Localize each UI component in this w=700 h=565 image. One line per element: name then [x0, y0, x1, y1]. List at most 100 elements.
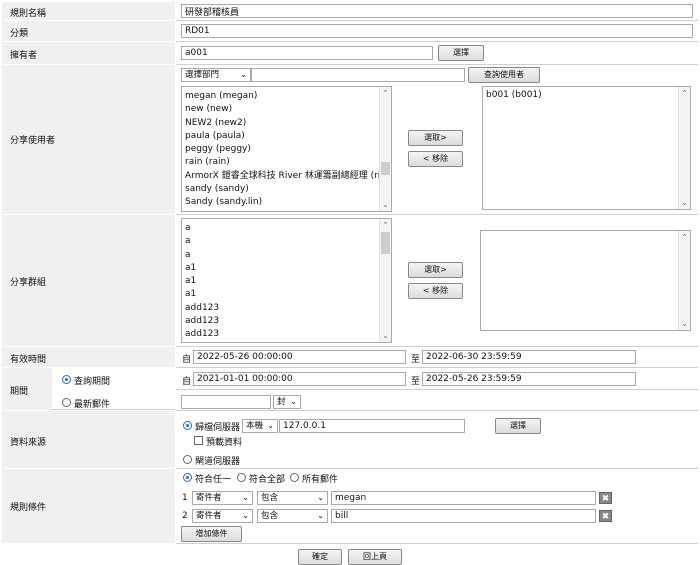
list-item[interactable]: NEW2 (new2): [182, 117, 380, 130]
condition-field-select[interactable]: 寄件者 ⌄: [192, 491, 253, 505]
selected-groups-scrollbar[interactable]: ⌃ ⌄: [678, 231, 690, 330]
data-source-label: 資料來源: [10, 438, 47, 448]
delete-x-icon[interactable]: ✖: [599, 492, 612, 504]
share-users-value-cell: 選擇部門 ⌄ 查詢使用者 megan (megan) new (new) NEW…: [176, 65, 698, 215]
list-item[interactable]: a1: [182, 262, 380, 275]
list-item[interactable]: megan (megan): [182, 90, 380, 103]
category-label-cell: 分類: [2, 21, 175, 42]
add-condition-button[interactable]: 增加條件: [181, 526, 242, 542]
search-users-button[interactable]: 查詢使用者: [468, 67, 540, 83]
category-input[interactable]: [181, 24, 693, 38]
selected-groups-list[interactable]: ⌃ ⌄: [480, 230, 691, 331]
preload-checkbox[interactable]: [194, 436, 203, 445]
list-item[interactable]: a1: [182, 275, 380, 288]
all-mail-label: 所有郵件: [302, 475, 339, 485]
all-mail-radio[interactable]: [290, 473, 299, 482]
list-item[interactable]: a: [182, 249, 380, 262]
list-item[interactable]: add123: [182, 302, 380, 315]
selected-users-scrollbar[interactable]: ⌃ ⌄: [678, 87, 690, 209]
available-users-list[interactable]: megan (megan) new (new) NEW2 (new2) paul…: [181, 86, 392, 212]
remove-group-button[interactable]: < 移除: [408, 283, 463, 299]
scroll-down-icon[interactable]: ⌄: [380, 199, 391, 211]
valid-to-input[interactable]: [422, 350, 636, 364]
selected-users-list[interactable]: b001 (b001) ⌃ ⌄: [482, 86, 691, 210]
add-group-button[interactable]: 選取>: [408, 262, 463, 278]
add-user-button[interactable]: 選取>: [408, 130, 463, 146]
user-search-input[interactable]: [251, 68, 465, 82]
valid-time-value-cell: 自 至: [176, 347, 698, 368]
scroll-up-icon[interactable]: ⌃: [679, 231, 690, 243]
owner-value-cell: 選擇: [176, 42, 698, 65]
condition-value-input[interactable]: [331, 491, 596, 505]
condition-operator-select[interactable]: 包含 ⌄: [257, 491, 328, 505]
period-to-input[interactable]: [422, 372, 636, 386]
list-item[interactable]: ArmorX 鎧睿全球科技 River 林運籌副總經理 (river): [182, 170, 380, 183]
available-groups-list[interactable]: a a a a1 a1 a1 add123 add123 add123 ⌃ ⌄: [181, 218, 392, 343]
server-select[interactable]: 本機 ⌄: [242, 419, 278, 433]
condition-operator-select[interactable]: 包含 ⌄: [257, 509, 328, 523]
available-groups-scrollbar[interactable]: ⌃ ⌄: [379, 219, 391, 342]
owner-label-cell: 擁有者: [2, 42, 175, 65]
server-ip-input[interactable]: [279, 419, 465, 433]
latest-mail-label: 最新郵件: [74, 400, 111, 410]
list-item[interactable]: peggy (peggy): [182, 143, 380, 156]
list-item[interactable]: Sandy (sandy.lin): [182, 196, 380, 209]
period-to-prefix: 至: [411, 377, 421, 387]
available-users-scrollbar[interactable]: ⌃ ⌄: [379, 87, 391, 211]
owner-label: 擁有者: [10, 51, 38, 61]
period-from-input[interactable]: [193, 372, 406, 386]
department-select[interactable]: 選擇部門 ⌄: [181, 68, 251, 82]
latest-mail-radio[interactable]: [62, 398, 71, 407]
scroll-up-icon[interactable]: ⌃: [380, 219, 391, 231]
list-item[interactable]: new (new): [182, 103, 380, 116]
condition-field-value: 寄件者: [196, 511, 222, 521]
delete-x-icon[interactable]: ✖: [599, 510, 612, 522]
server-select-button[interactable]: 選擇: [495, 418, 541, 434]
rule-name-input[interactable]: [181, 4, 693, 18]
scroll-down-icon[interactable]: ⌄: [679, 197, 690, 209]
gateway-server-label: 閘道伺服器: [195, 457, 241, 467]
list-item[interactable]: b001 (b001): [483, 89, 679, 102]
scroll-up-icon[interactable]: ⌃: [679, 87, 690, 99]
list-item[interactable]: rain (rain): [182, 156, 380, 169]
scrollbar-thumb[interactable]: [381, 232, 390, 254]
list-item[interactable]: a1: [182, 288, 380, 301]
list-item[interactable]: add123: [182, 315, 380, 328]
condition-field-select[interactable]: 寄件者 ⌄: [192, 509, 253, 523]
owner-input[interactable]: [181, 46, 433, 60]
rule-conditions-label-cell: 規則條件: [2, 469, 175, 544]
condition-field-value: 寄件者: [196, 493, 222, 503]
list-item[interactable]: sandy (sandy): [182, 183, 380, 196]
period-from-prefix: 自: [182, 377, 192, 387]
match-any-radio[interactable]: [183, 473, 192, 482]
list-item[interactable]: a: [182, 222, 380, 235]
match-all-radio[interactable]: [237, 473, 246, 482]
scroll-up-icon[interactable]: ⌃: [380, 87, 391, 99]
list-item[interactable]: a: [182, 235, 380, 248]
query-period-radio[interactable]: [62, 375, 71, 384]
valid-to-prefix: 至: [411, 355, 421, 365]
share-groups-label-cell: 分享群組: [2, 215, 175, 347]
selected-users-items: b001 (b001): [483, 89, 679, 102]
list-item[interactable]: paula (paula): [182, 130, 380, 143]
valid-time-label-cell: 有效時間: [2, 347, 175, 368]
available-users-items: megan (megan) new (new) NEW2 (new2) paul…: [182, 90, 380, 210]
remove-user-button[interactable]: < 移除: [408, 151, 463, 167]
condition-value-input[interactable]: [331, 509, 596, 523]
list-item[interactable]: add123: [182, 328, 380, 341]
latest-unit-select[interactable]: 封 ⌄: [273, 395, 301, 409]
latest-count-input[interactable]: [181, 395, 271, 409]
valid-time-label: 有效時間: [10, 355, 47, 365]
scroll-down-icon[interactable]: ⌄: [679, 318, 690, 330]
valid-from-input[interactable]: [193, 350, 406, 364]
archive-server-radio[interactable]: [183, 421, 192, 430]
scrollbar-thumb[interactable]: [381, 162, 390, 175]
period-label: 期間: [10, 387, 29, 397]
gateway-server-radio[interactable]: [183, 455, 192, 464]
period-options-cell: 查詢期間 最新郵件: [52, 368, 175, 410]
confirm-button[interactable]: 確定: [298, 549, 342, 565]
owner-select-button[interactable]: 選擇: [438, 45, 484, 61]
category-value-cell: [176, 21, 698, 42]
scroll-down-icon[interactable]: ⌄: [380, 330, 391, 342]
back-button[interactable]: 回上頁: [348, 549, 402, 565]
